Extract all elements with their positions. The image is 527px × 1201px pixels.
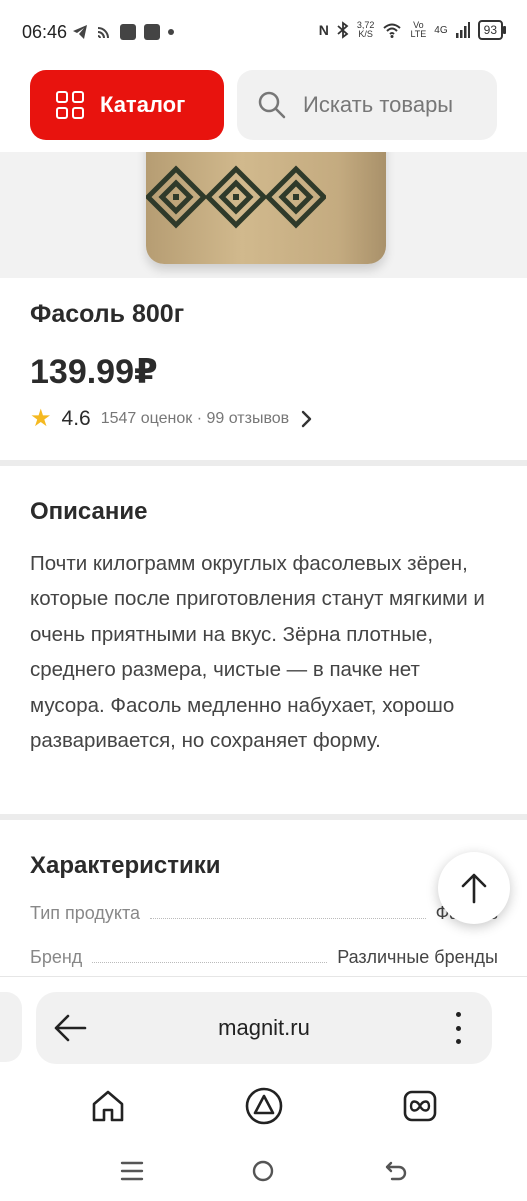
scroll-up-button[interactable]	[438, 852, 510, 924]
product-package-image	[146, 152, 386, 264]
product-title: Фасоль 800г	[30, 300, 185, 328]
spec-row: Бренд Различные бренды	[30, 942, 498, 968]
status-notification-icons	[72, 22, 174, 42]
tabs-icon[interactable]	[400, 1086, 440, 1126]
cast-icon	[97, 27, 109, 39]
volte-label: Vo LTE	[410, 20, 427, 39]
description-text: Почти килограмм округлых фасолевых зёрен…	[30, 552, 485, 753]
wifi-icon	[383, 23, 402, 38]
product-image[interactable]	[0, 152, 527, 278]
grid-icon	[56, 91, 84, 119]
spec-leader	[92, 962, 328, 963]
address-bar-url[interactable]: magnit.ru	[36, 992, 492, 1064]
telegram-icon	[73, 25, 87, 39]
recent-apps-icon[interactable]	[120, 1160, 144, 1182]
search-icon	[258, 91, 286, 119]
spec-value: Различные бренды	[337, 947, 498, 967]
spec-name: Тип продукта	[30, 903, 141, 923]
catalog-button[interactable]: Каталог	[30, 70, 224, 140]
arrow-up-icon	[461, 873, 487, 904]
description-title: Описание	[30, 498, 148, 525]
package-pattern	[146, 165, 326, 229]
search-input[interactable]: Искать товары	[237, 70, 497, 140]
alice-icon[interactable]	[244, 1086, 284, 1126]
net-speed: 3,72 K/S	[356, 20, 375, 39]
specs-title: Характеристики	[30, 852, 221, 879]
status-system-icons: N 3,72 K/S Vo LTE 4G 93	[318, 20, 507, 40]
star-icon: ★	[30, 405, 52, 432]
spec-row: Тип продукта Фасоль	[30, 898, 498, 924]
more-notifications-icon	[168, 29, 174, 35]
home-nav-icon[interactable]	[252, 1160, 274, 1182]
chevron-right-icon	[301, 410, 312, 428]
section-divider	[0, 814, 527, 820]
rating-meta: 1547 оценок · 99 отзывов	[100, 410, 290, 427]
nfc-icon: N	[318, 22, 329, 38]
search-placeholder: Искать товары	[303, 92, 454, 117]
back-nav-icon[interactable]	[384, 1159, 408, 1183]
home-icon[interactable]	[88, 1086, 128, 1126]
bluetooth-icon	[337, 21, 349, 39]
section-divider	[0, 460, 527, 466]
arrow-left-icon[interactable]	[52, 1010, 88, 1046]
rating-value: 4.6	[61, 407, 91, 430]
app-notification-icon	[144, 24, 160, 40]
product-rating[interactable]: ★ 4.6 1547 оценок · 99 отзывов	[30, 404, 313, 434]
previous-tab-peek[interactable]	[0, 992, 22, 1062]
app-notification-icon	[120, 24, 136, 40]
signal-icon	[455, 22, 470, 38]
spec-leader	[150, 918, 426, 919]
catalog-label: Каталог	[100, 92, 186, 117]
battery-indicator: 93	[477, 20, 507, 40]
spec-name: Бренд	[30, 947, 83, 967]
signal-label: 4G	[434, 24, 448, 36]
product-price: 139.99₽	[30, 353, 158, 391]
status-time: 06:46	[22, 22, 68, 42]
more-vertical-icon[interactable]	[448, 1008, 468, 1048]
